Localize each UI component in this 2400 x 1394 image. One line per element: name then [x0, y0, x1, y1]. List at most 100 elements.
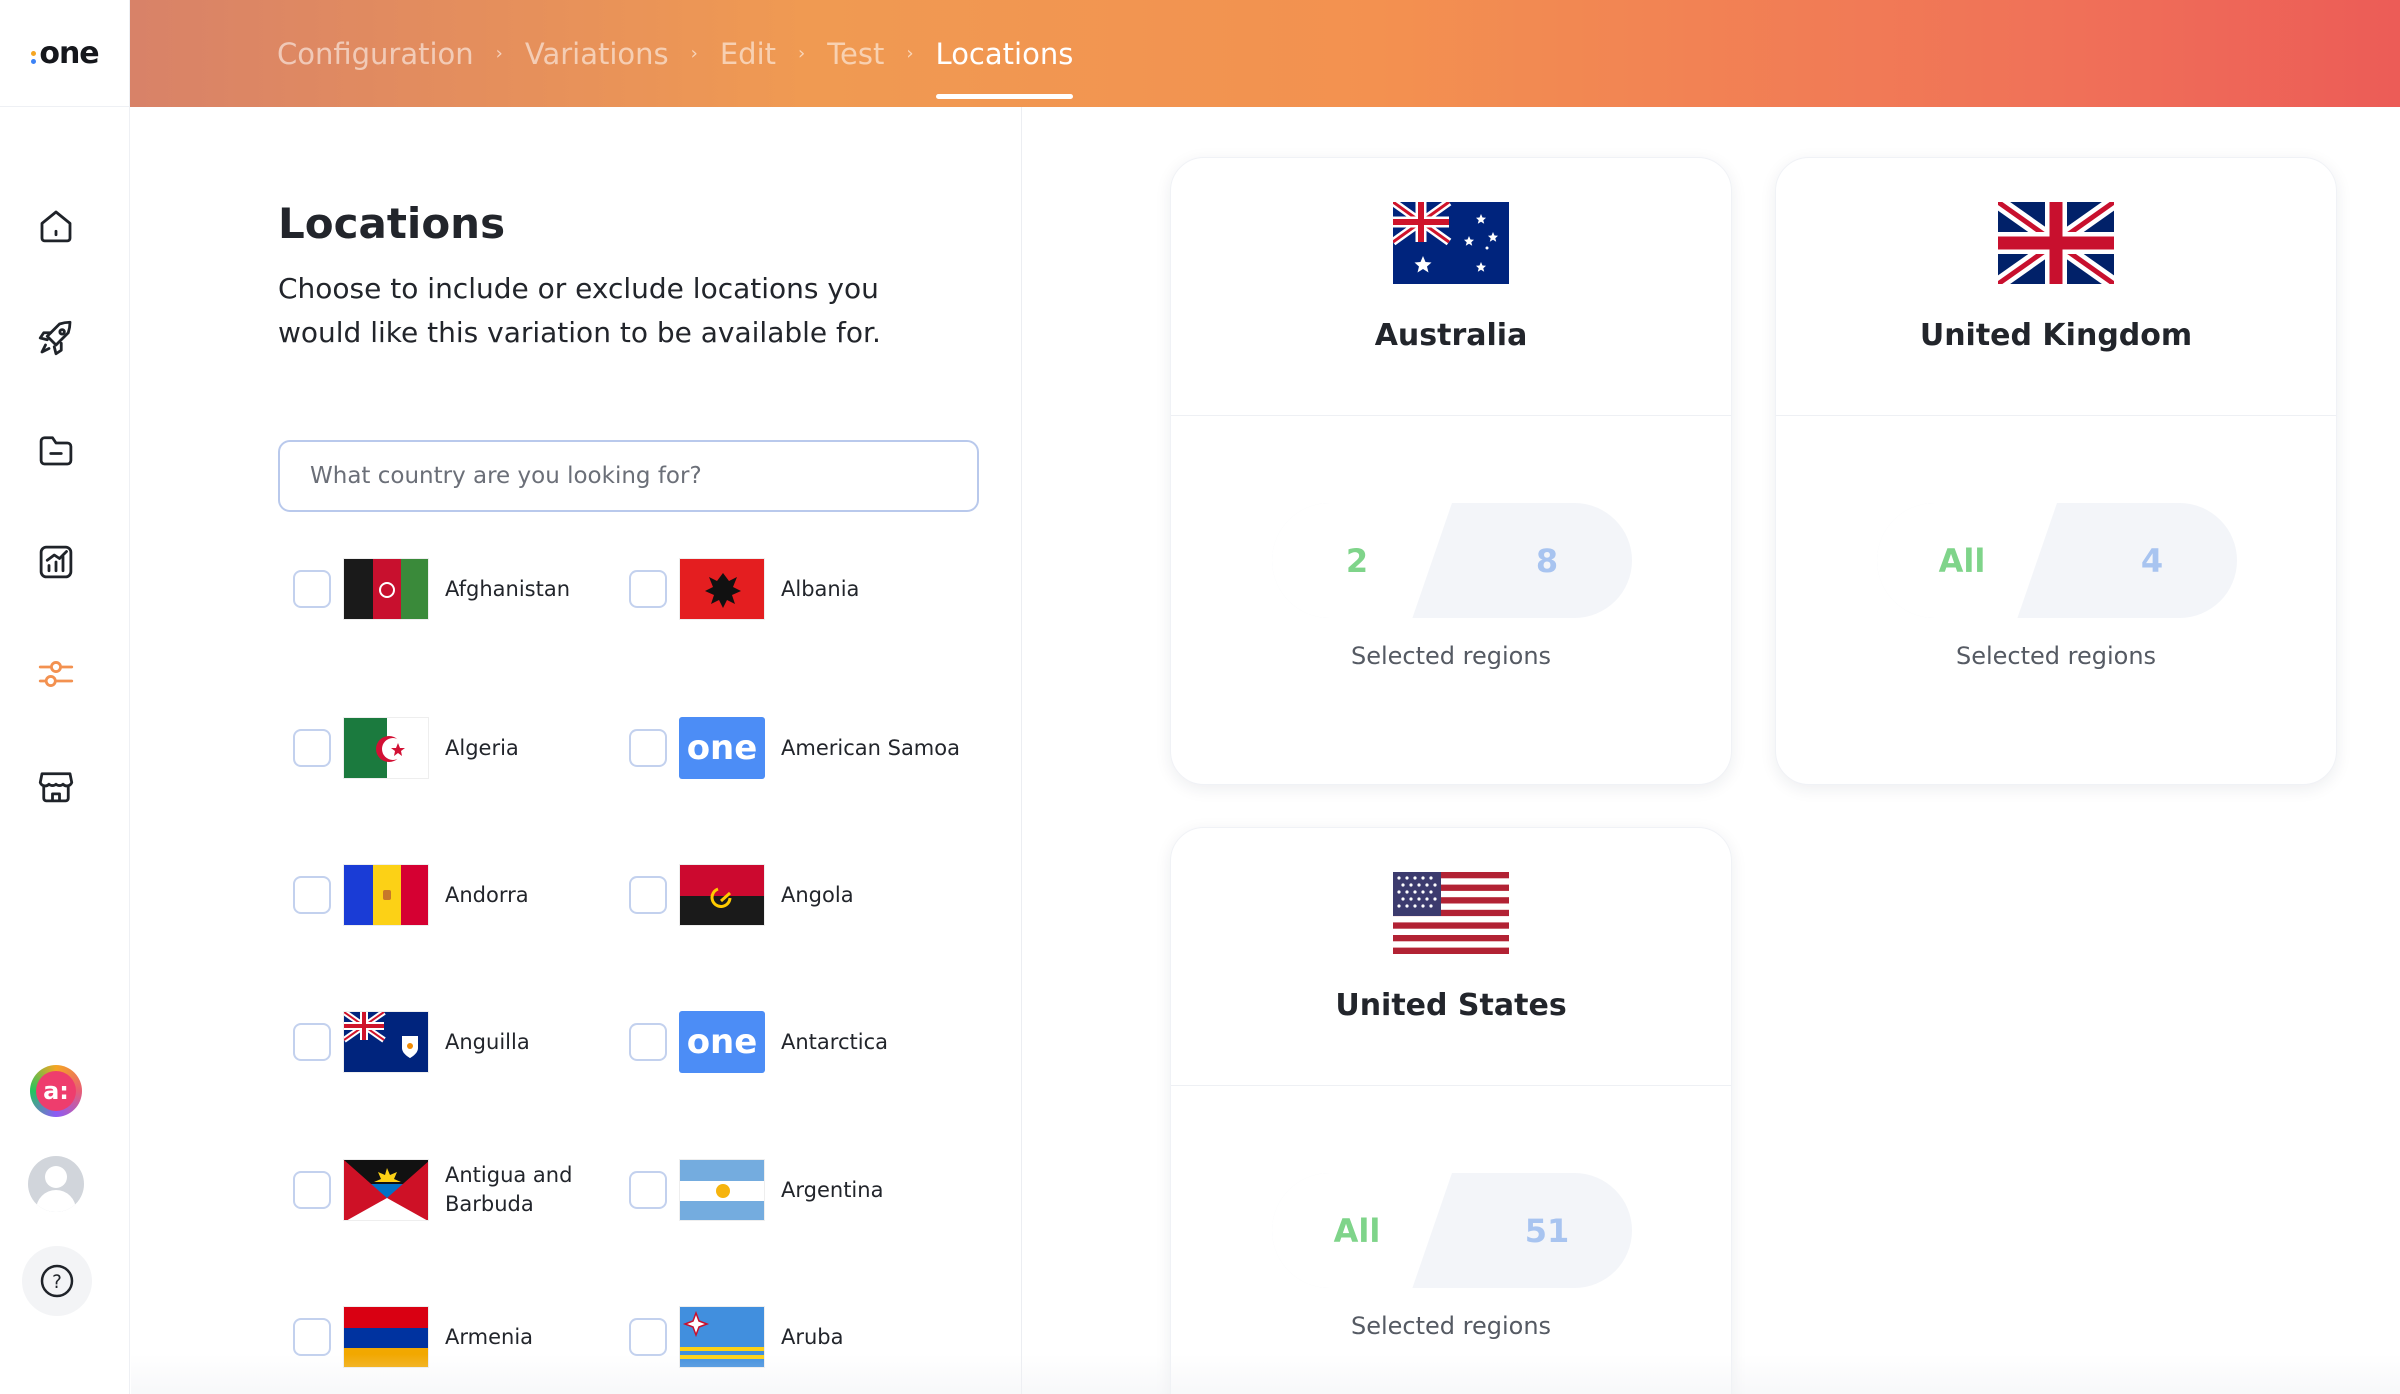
australia-flag-icon — [1393, 202, 1509, 284]
breadcrumb-test[interactable]: Test — [827, 0, 884, 107]
algeria-flag-icon — [343, 717, 429, 779]
country-checkbox[interactable] — [293, 1171, 331, 1209]
card-country-name: United States — [1335, 988, 1567, 1023]
included-regions-count[interactable]: All — [1272, 1173, 1442, 1288]
antigua-flag-icon — [343, 1159, 429, 1221]
us-flag-icon — [1393, 872, 1509, 954]
placeholder-flag-text: one — [679, 717, 765, 779]
breadcrumb-configuration[interactable]: Configuration — [277, 0, 474, 107]
selected-country-card-united-kingdom[interactable]: United Kingdom All 4 Selected regions — [1775, 157, 2337, 785]
sidebar-item-configuration[interactable] — [30, 648, 82, 700]
folder-icon — [39, 436, 73, 466]
angola-flag-icon — [679, 864, 765, 926]
country-item-anguilla[interactable]: Anguilla — [293, 1011, 595, 1073]
sidebar-item-campaigns[interactable] — [30, 312, 82, 364]
app-logo[interactable]: one — [0, 0, 130, 107]
sidebar-item-home[interactable] — [30, 200, 82, 252]
excluded-regions-count[interactable]: 8 — [1462, 503, 1632, 618]
placeholder-flag-text: one — [679, 1011, 765, 1073]
breadcrumb-variations[interactable]: Variations — [525, 0, 669, 107]
country-checkbox[interactable] — [629, 570, 667, 608]
chevron-right-icon: › — [798, 43, 806, 64]
card-country-name: Australia — [1374, 318, 1528, 353]
help-icon: ? — [40, 1264, 74, 1298]
excluded-regions-count[interactable]: 4 — [2067, 503, 2237, 618]
country-item-antarctica[interactable]: one Antarctica — [629, 1011, 931, 1073]
help-button[interactable]: ? — [22, 1246, 92, 1316]
card-header: United States — [1171, 828, 1731, 1086]
country-checkbox[interactable] — [293, 876, 331, 914]
placeholder-flag-icon: one — [679, 717, 765, 779]
included-regions-count[interactable]: All — [1877, 503, 2047, 618]
country-checkbox[interactable] — [629, 1023, 667, 1061]
country-checkbox[interactable] — [629, 1171, 667, 1209]
avatar-body — [36, 1190, 76, 1212]
sidebar-item-analytics[interactable] — [30, 536, 82, 588]
country-checkbox[interactable] — [293, 729, 331, 767]
placeholder-flag-icon: one — [679, 1011, 765, 1073]
country-name: Aruba — [781, 1324, 844, 1349]
user-avatar[interactable] — [28, 1156, 84, 1212]
sidebar-item-store[interactable] — [30, 760, 82, 812]
rocket-icon — [38, 320, 72, 356]
sidebar: one a: ? — [0, 0, 130, 1394]
country-item-armenia[interactable]: Armenia — [293, 1306, 595, 1368]
country-name: Angola — [781, 882, 854, 907]
header-bar: Configuration › Variations › Edit › Test… — [130, 0, 2400, 107]
country-name: American Samoa — [781, 735, 960, 760]
card-body: All 4 Selected regions — [1776, 416, 2336, 784]
country-item-andorra[interactable]: Andorra — [293, 864, 595, 926]
country-search-input[interactable] — [278, 440, 979, 512]
country-item-afghanistan[interactable]: Afghanistan — [293, 558, 595, 620]
sidebar-item-content[interactable] — [30, 424, 82, 476]
breadcrumb-locations[interactable]: Locations — [935, 0, 1073, 107]
country-checkbox[interactable] — [629, 876, 667, 914]
selected-country-card-australia[interactable]: Australia 2 8 Selected regions — [1170, 157, 1732, 785]
svg-text:?: ? — [52, 1272, 62, 1293]
included-regions-count[interactable]: 2 — [1272, 503, 1442, 618]
country-checkbox[interactable] — [293, 1318, 331, 1356]
card-header: Australia — [1171, 158, 1731, 416]
country-item-algeria[interactable]: Algeria — [293, 717, 595, 779]
selected-regions-label: Selected regions — [1350, 642, 1552, 670]
breadcrumb-edit[interactable]: Edit — [720, 0, 776, 107]
page-description: Choose to include or exclude locations y… — [278, 272, 881, 349]
chevron-right-icon: › — [495, 43, 503, 64]
avatar-head — [45, 1166, 67, 1188]
country-item-angola[interactable]: Angola — [629, 864, 931, 926]
country-checkbox[interactable] — [629, 1318, 667, 1356]
country-checkbox[interactable] — [293, 1023, 331, 1061]
andorra-flag-icon — [343, 864, 429, 926]
excluded-regions-count[interactable]: 51 — [1462, 1173, 1632, 1288]
chart-icon — [39, 545, 73, 579]
store-icon — [38, 772, 74, 803]
country-item-argentina[interactable]: Argentina — [629, 1159, 931, 1221]
brand-avatar[interactable]: a: — [30, 1065, 82, 1117]
region-toggle[interactable]: All 4 — [1877, 503, 2237, 618]
afghanistan-flag-icon — [343, 558, 429, 620]
region-toggle[interactable]: 2 8 — [1272, 503, 1632, 618]
country-name: Antarctica — [781, 1029, 888, 1054]
sliders-icon — [38, 661, 74, 687]
country-item-aruba[interactable]: Aruba — [629, 1306, 931, 1368]
country-item-american-samoa[interactable]: one American Samoa — [629, 717, 961, 779]
country-name: Afghanistan — [445, 576, 571, 601]
region-toggle[interactable]: All 51 — [1272, 1173, 1632, 1288]
aruba-flag-icon — [679, 1306, 765, 1368]
country-item-antigua-and-barbuda[interactable]: Antigua and Barbuda — [293, 1159, 595, 1221]
country-name: Argentina — [781, 1177, 884, 1202]
country-name: Antigua and Barbuda — [445, 1163, 573, 1216]
selected-regions-label: Selected regions — [1955, 642, 2157, 670]
breadcrumb: Configuration › Variations › Edit › Test… — [277, 0, 1073, 107]
country-name: Armenia — [445, 1324, 534, 1349]
home-icon — [40, 210, 72, 243]
country-item-albania[interactable]: Albania — [629, 558, 931, 620]
country-name: Albania — [781, 576, 860, 601]
selected-country-card-united-states[interactable]: United States All 51 Selected regions — [1170, 827, 1732, 1394]
country-checkbox[interactable] — [629, 729, 667, 767]
card-body: All 51 Selected regions — [1171, 1086, 1731, 1394]
albania-flag-icon — [679, 558, 765, 620]
argentina-flag-icon — [679, 1159, 765, 1221]
country-checkbox[interactable] — [293, 570, 331, 608]
uk-flag-icon — [1998, 202, 2114, 284]
